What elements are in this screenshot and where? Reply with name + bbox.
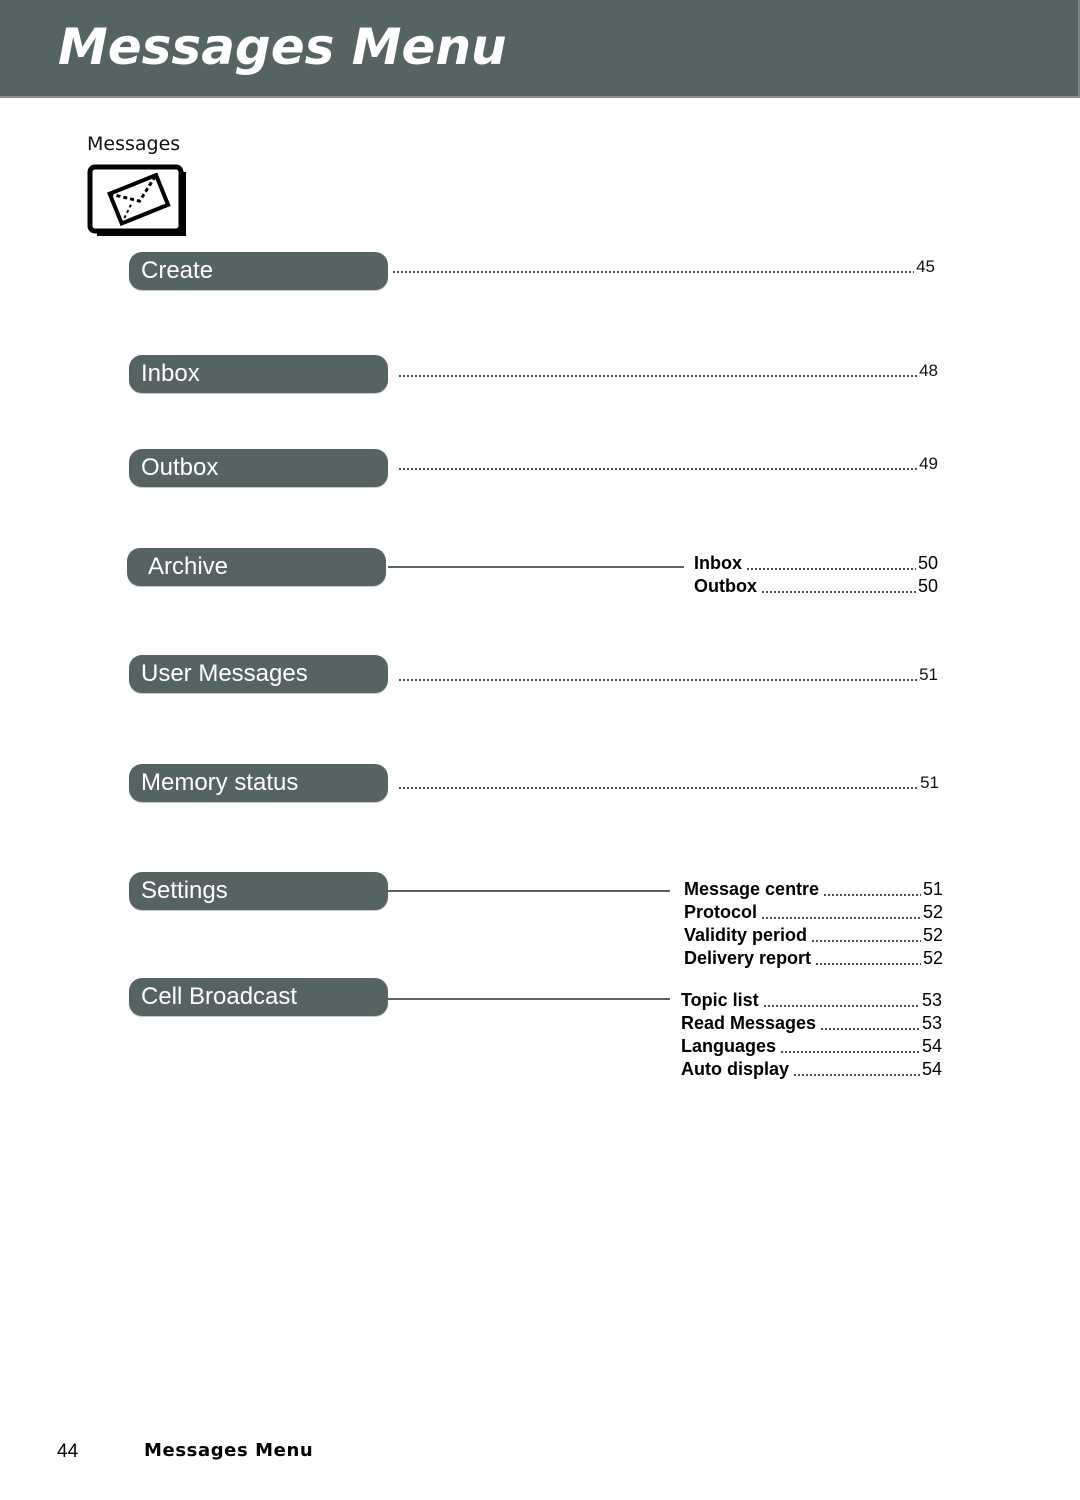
menu-item-user-messages[interactable]: User Messages (129, 655, 388, 693)
connector-line (388, 998, 670, 1000)
toc-leader-create: 45 (392, 257, 935, 277)
section-label: Messages (87, 133, 181, 155)
menu-item-outbox[interactable]: Outbox (129, 449, 388, 487)
footer-page-number: 44 (57, 1441, 79, 1462)
connector-line (388, 566, 684, 568)
dot-leader (398, 787, 919, 789)
page-title: Messages Menu (58, 18, 507, 76)
toc-leader-user-messages: 51 (398, 665, 938, 685)
page-header: Messages Menu (0, 0, 1080, 98)
toc-leader-memory-status: 51 (398, 773, 939, 793)
toc-leader-inbox: 48 (398, 361, 938, 381)
submenu-item-languages[interactable]: Languages 54 (681, 1035, 942, 1058)
cell-broadcast-submenu: Topic list 53 Read Messages 53 Languages… (681, 989, 942, 1081)
connector-line (388, 890, 670, 892)
menu-item-memory-status[interactable]: Memory status (129, 764, 388, 802)
submenu-item-protocol[interactable]: Protocol 52 (684, 901, 943, 924)
submenu-item-archive-inbox[interactable]: Inbox 50 (694, 552, 938, 575)
menu-item-settings[interactable]: Settings (129, 872, 388, 910)
submenu-item-read-messages[interactable]: Read Messages 53 (681, 1012, 942, 1035)
menu-item-inbox[interactable]: Inbox (129, 355, 388, 393)
page-ref[interactable]: 49 (919, 454, 938, 474)
submenu-item-message-centre[interactable]: Message centre 51 (684, 878, 943, 901)
submenu-item-auto-display[interactable]: Auto display 54 (681, 1058, 942, 1081)
page-ref[interactable]: 48 (919, 361, 938, 381)
dot-leader (398, 468, 918, 470)
page-ref[interactable]: 51 (920, 773, 939, 793)
dot-leader (398, 679, 918, 681)
submenu-item-delivery-report[interactable]: Delivery report 52 (684, 947, 943, 970)
dot-leader (392, 271, 915, 273)
submenu-item-archive-outbox[interactable]: Outbox 50 (694, 575, 938, 598)
settings-submenu: Message centre 51 Protocol 52 Validity p… (684, 878, 943, 970)
archive-submenu: Inbox 50 Outbox 50 (694, 552, 938, 598)
menu-item-cell-broadcast[interactable]: Cell Broadcast (129, 978, 388, 1016)
submenu-item-topic-list[interactable]: Topic list 53 (681, 989, 942, 1012)
page-ref[interactable]: 51 (919, 665, 938, 685)
menu-item-archive[interactable]: Archive (127, 548, 386, 586)
menu-item-create[interactable]: Create (129, 252, 388, 290)
footer-title: Messages Menu (144, 1440, 314, 1461)
dot-leader (398, 375, 918, 377)
page-ref[interactable]: 45 (916, 257, 935, 277)
envelope-icon (87, 164, 186, 236)
submenu-item-validity-period[interactable]: Validity period 52 (684, 924, 943, 947)
toc-leader-outbox: 49 (398, 454, 938, 474)
